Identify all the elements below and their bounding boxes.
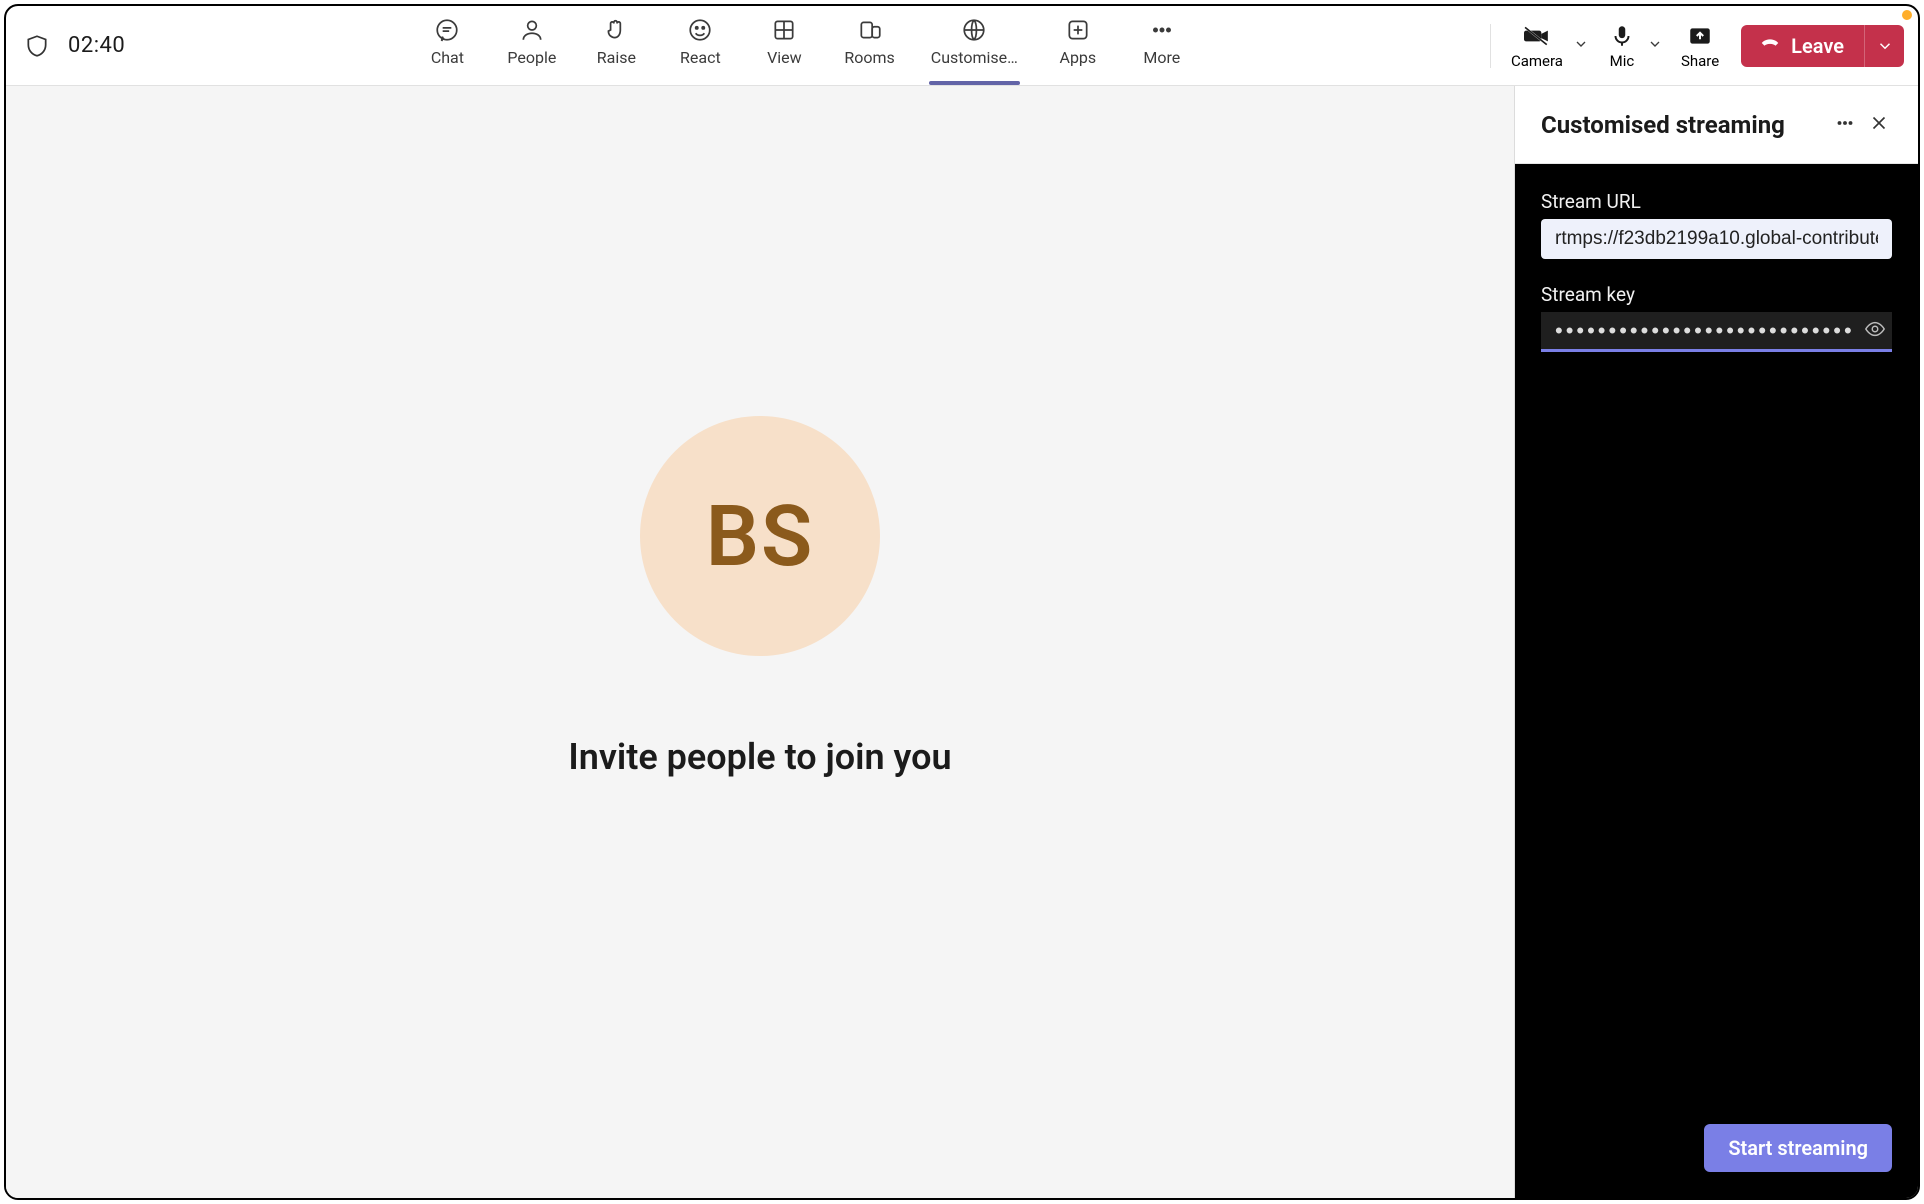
chat-icon <box>433 16 461 44</box>
rooms-button[interactable]: Rooms <box>838 6 900 85</box>
toolbar-center-group: Chat People Raise React <box>125 6 1484 85</box>
meeting-content: BS Invite people to join you Customised … <box>6 86 1918 1198</box>
toolbar-left-group: 02:40 <box>24 33 125 59</box>
apps-button[interactable]: Apps <box>1048 6 1108 85</box>
customise-button[interactable]: Customise… <box>925 6 1024 85</box>
leave-label: Leave <box>1791 34 1844 58</box>
camera-label: Camera <box>1511 52 1563 70</box>
customised-streaming-panel: Customised streaming Stream URL Stream k… <box>1514 86 1918 1198</box>
globe-icon <box>960 16 988 44</box>
stream-url-label: Stream URL <box>1541 190 1892 213</box>
mic-group: Mic <box>1601 11 1667 81</box>
camera-off-icon <box>1522 22 1552 50</box>
panel-footer: Start streaming <box>1704 1124 1892 1172</box>
stream-key-label: Stream key <box>1541 283 1892 306</box>
leave-phone-icon <box>1759 32 1781 59</box>
share-label: Share <box>1681 52 1719 70</box>
toolbar-right-group: Camera Mic <box>1484 6 1904 85</box>
panel-more-button[interactable] <box>1828 106 1862 144</box>
share-button[interactable]: Share <box>1675 11 1725 81</box>
raise-hand-button[interactable]: Raise <box>586 6 646 85</box>
leave-button-group: Leave <box>1741 25 1904 67</box>
invite-message: Invite people to join you <box>568 736 951 778</box>
people-button[interactable]: People <box>501 6 562 85</box>
avatar-initials: BS <box>706 487 815 586</box>
mic-options-chevron[interactable] <box>1643 36 1667 56</box>
apps-plus-icon <box>1064 16 1092 44</box>
panel-header: Customised streaming <box>1515 86 1918 164</box>
react-label: React <box>680 48 721 67</box>
customise-label: Customise… <box>931 48 1018 67</box>
panel-title: Customised streaming <box>1541 111 1828 139</box>
stream-key-row <box>1541 312 1892 352</box>
meeting-window: 02:40 Chat People Raise <box>4 4 1920 1200</box>
mic-toggle-button[interactable]: Mic <box>1601 11 1643 81</box>
stream-key-group: Stream key <box>1541 283 1892 352</box>
meeting-stage: BS Invite people to join you <box>6 86 1514 1198</box>
raise-hand-icon <box>602 16 630 44</box>
rooms-icon <box>856 16 884 44</box>
window-minimize-dot[interactable] <box>1902 10 1912 20</box>
more-label: More <box>1143 48 1180 67</box>
stream-url-input[interactable] <box>1541 219 1892 259</box>
reveal-key-button[interactable] <box>1864 318 1886 344</box>
rooms-label: Rooms <box>844 48 894 67</box>
camera-toggle-button[interactable]: Camera <box>1505 11 1569 81</box>
camera-options-chevron[interactable] <box>1569 36 1593 56</box>
meeting-toolbar: 02:40 Chat People Raise <box>6 6 1918 86</box>
mic-on-icon <box>1607 22 1637 50</box>
camera-group: Camera <box>1505 11 1593 81</box>
panel-close-button[interactable] <box>1862 106 1896 144</box>
toolbar-divider <box>1490 24 1491 68</box>
view-button[interactable]: View <box>754 6 814 85</box>
call-duration: 02:40 <box>68 33 125 58</box>
chat-label: Chat <box>431 48 464 67</box>
view-label: View <box>767 48 802 67</box>
apps-label: Apps <box>1060 48 1097 67</box>
react-button[interactable]: React <box>670 6 730 85</box>
participant-avatar: BS <box>640 416 880 656</box>
share-screen-icon <box>1685 22 1715 50</box>
mic-label: Mic <box>1610 52 1635 70</box>
panel-body: Stream URL Stream key Start streaming <box>1515 164 1918 1198</box>
leave-button[interactable]: Leave <box>1741 25 1864 67</box>
people-label: People <box>507 48 556 67</box>
react-icon <box>686 16 714 44</box>
raise-label: Raise <box>597 48 636 67</box>
shield-icon[interactable] <box>24 33 50 59</box>
people-icon <box>518 16 546 44</box>
start-streaming-button[interactable]: Start streaming <box>1704 1124 1892 1172</box>
leave-options-chevron[interactable] <box>1864 25 1904 67</box>
stream-key-input[interactable] <box>1541 312 1892 349</box>
view-grid-icon <box>770 16 798 44</box>
more-ellipsis-icon <box>1148 16 1176 44</box>
more-button[interactable]: More <box>1132 6 1192 85</box>
chat-button[interactable]: Chat <box>417 6 477 85</box>
